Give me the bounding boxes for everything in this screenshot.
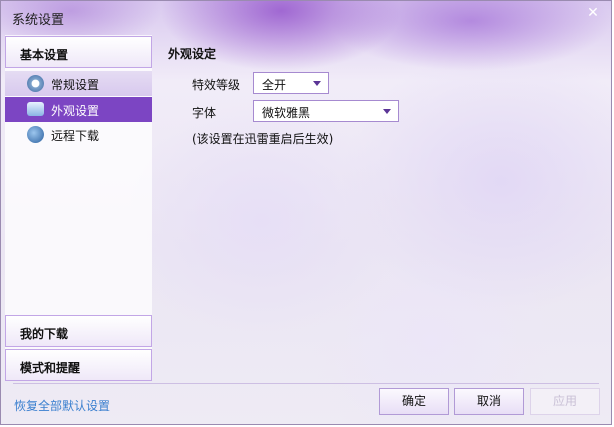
sidebar-item-remote-download[interactable]: 远程下载: [5, 122, 152, 147]
effect-level-select[interactable]: 全开: [253, 72, 329, 94]
section-heading: 外观设定: [168, 47, 217, 61]
remote-download-icon: [27, 126, 44, 143]
font-label: 字体: [192, 106, 217, 120]
ok-button[interactable]: 确定: [379, 388, 449, 415]
effect-level-label: 特效等级: [192, 78, 241, 92]
window-title: 系统设置: [12, 13, 65, 28]
settings-window: 系统设置 ✕ 基本设置 常规设置 外观设置 远程下载 我的下载 模式和提醒 外观…: [0, 0, 612, 425]
close-icon[interactable]: ✕: [586, 6, 600, 20]
section-basic-settings[interactable]: 基本设置: [5, 36, 152, 68]
cancel-button[interactable]: 取消: [454, 388, 524, 415]
section-modes-reminders[interactable]: 模式和提醒: [5, 349, 152, 381]
sidebar-item-appearance[interactable]: 外观设置: [5, 97, 152, 122]
chevron-down-icon: [383, 109, 391, 114]
section-my-downloads[interactable]: 我的下载: [5, 315, 152, 347]
gear-icon: [27, 75, 44, 92]
font-value: 微软雅黑: [262, 106, 311, 120]
sidebar-item-label: 常规设置: [51, 78, 100, 92]
sidebar-item-general[interactable]: 常规设置: [5, 71, 152, 96]
shirt-icon: [27, 102, 44, 116]
apply-button[interactable]: 应用: [530, 388, 600, 415]
sidebar-item-label: 远程下载: [51, 129, 100, 143]
font-select[interactable]: 微软雅黑: [253, 100, 399, 122]
chevron-down-icon: [313, 81, 321, 86]
divider: [13, 383, 599, 384]
sidebar-item-label: 外观设置: [51, 104, 100, 118]
restart-note: (该设置在迅雷重启后生效): [192, 132, 334, 146]
effect-level-value: 全开: [262, 78, 287, 92]
restore-defaults-link[interactable]: 恢复全部默认设置: [14, 397, 110, 414]
